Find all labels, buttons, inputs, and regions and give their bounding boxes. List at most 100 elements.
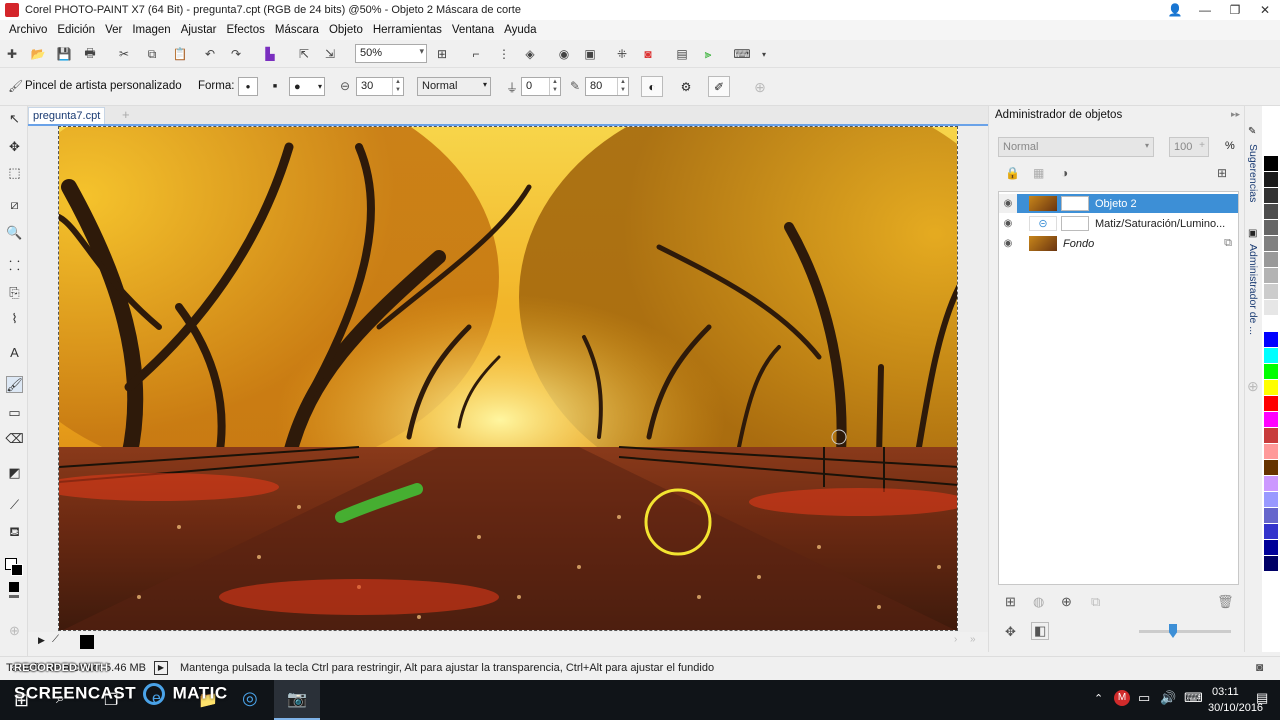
save-icon[interactable]: 💾 bbox=[56, 46, 72, 62]
volume-icon[interactable]: 🔊 bbox=[1160, 690, 1176, 706]
palette-swatch[interactable] bbox=[1264, 188, 1278, 203]
play-icon[interactable]: ▶ bbox=[38, 635, 45, 646]
taskbar-time[interactable]: 03:11 bbox=[1212, 686, 1239, 698]
spin-arrows-icon[interactable]: ▲ ▼ bbox=[549, 78, 560, 95]
palette-swatch[interactable] bbox=[1264, 524, 1278, 539]
tool-name[interactable]: Pincel de artista personalizado bbox=[25, 80, 182, 92]
add-tool-icon[interactable]: ⊕ bbox=[6, 622, 23, 639]
opacity-field[interactable]: 100 + bbox=[1169, 137, 1209, 157]
open-icon[interactable]: 📂 bbox=[30, 46, 46, 62]
zoom-tool-icon[interactable]: 🔍 bbox=[6, 224, 23, 241]
palette-swatch[interactable] bbox=[1264, 316, 1278, 331]
visibility-eye-icon[interactable]: ◉ bbox=[999, 194, 1017, 213]
pen-settings-icon[interactable]: ⚙ bbox=[675, 76, 697, 97]
palette-swatch[interactable] bbox=[1264, 444, 1278, 459]
menu-ayuda[interactable]: Ayuda bbox=[499, 24, 541, 36]
keyboard-icon[interactable]: ⌨ bbox=[1184, 690, 1203, 706]
options-icon[interactable]: ▤ bbox=[674, 46, 690, 62]
palette-swatch[interactable] bbox=[1264, 332, 1278, 347]
export-icon[interactable]: ⇱ bbox=[296, 46, 312, 62]
palette-swatch[interactable] bbox=[1264, 156, 1278, 171]
current-color-swatch[interactable] bbox=[80, 635, 94, 649]
status-settings-icon[interactable]: ◙ bbox=[1256, 660, 1263, 674]
show-hidden-icons-icon[interactable]: ⌃ bbox=[1094, 692, 1103, 705]
new-object-icon[interactable]: ⊞ bbox=[1005, 594, 1016, 610]
eraser-tool-icon[interactable]: ⌫ bbox=[5, 430, 23, 447]
menu-objeto[interactable]: Objeto bbox=[324, 24, 368, 36]
align-icon[interactable]: ⫸ bbox=[700, 46, 716, 62]
palette-swatch[interactable] bbox=[1264, 252, 1278, 267]
fill-color-swatch[interactable] bbox=[9, 582, 19, 592]
eyedropper-icon[interactable]: ⟋ bbox=[52, 634, 59, 645]
opacity-field[interactable]: 80 ▲ ▼ bbox=[585, 77, 629, 96]
round-nib-button[interactable]: ● bbox=[238, 77, 258, 96]
thumbnail-size-slider-track[interactable] bbox=[1139, 630, 1231, 633]
paint-tool-icon[interactable]: 🖌 bbox=[6, 376, 23, 393]
menu-archivo[interactable]: Archivo bbox=[4, 24, 52, 36]
chevron-down-icon[interactable]: ▾ bbox=[756, 46, 772, 62]
photo-paint-taskbar-button[interactable]: 📷 bbox=[274, 680, 320, 720]
network-icon[interactable]: ▭ bbox=[1138, 690, 1150, 706]
nib-size-field[interactable]: 30 ▲ ▼ bbox=[356, 77, 404, 96]
palette-swatch[interactable] bbox=[1264, 396, 1278, 411]
crop-tool-icon[interactable]: ⧄ bbox=[6, 196, 23, 213]
palette-swatch[interactable] bbox=[1264, 540, 1278, 555]
palette-swatch[interactable] bbox=[1264, 364, 1278, 379]
eyedropper-tool-icon[interactable]: ⟋ bbox=[6, 496, 23, 513]
visibility-eye-icon[interactable]: ◉ bbox=[999, 218, 1017, 229]
full-screen-icon[interactable]: ⊞ bbox=[434, 46, 450, 62]
nib-shape-select[interactable]: ● ▾ bbox=[289, 77, 325, 96]
palette-swatch[interactable] bbox=[1264, 556, 1278, 571]
guidelines-icon[interactable]: ◈ bbox=[522, 46, 538, 62]
merge-mode-select[interactable]: Normal ▾ bbox=[417, 77, 491, 96]
mask-overlay-icon[interactable]: ▣ bbox=[582, 46, 598, 62]
move-icon[interactable]: ✥ bbox=[1005, 624, 1016, 640]
lock-icon[interactable]: 🔒 bbox=[1005, 166, 1020, 180]
smear-tool-icon[interactable]: ⌇ bbox=[6, 310, 23, 327]
menu-ver[interactable]: Ver bbox=[100, 24, 127, 36]
cut-icon[interactable]: ✂ bbox=[116, 46, 132, 62]
combine-icon[interactable]: ⧉ bbox=[1091, 594, 1100, 610]
menu-efectos[interactable]: Efectos bbox=[222, 24, 270, 36]
tray-app-icon[interactable]: M bbox=[1114, 690, 1130, 706]
panel-expand-icon[interactable]: ▸▸ bbox=[1231, 109, 1240, 120]
properties-icon[interactable]: ⊞ bbox=[1217, 166, 1227, 180]
application-launcher-icon[interactable]: ⌨ bbox=[733, 46, 750, 62]
layer-row-fondo[interactable]: ◉ Fondo ⧉ bbox=[999, 234, 1238, 253]
palette-swatch[interactable] bbox=[1264, 220, 1278, 235]
palette-swatch[interactable] bbox=[1264, 204, 1278, 219]
palette-swatch[interactable] bbox=[1264, 476, 1278, 491]
print-icon[interactable]: 🖶 bbox=[82, 46, 98, 62]
status-play-icon[interactable]: ▶ bbox=[154, 661, 168, 675]
close-icon[interactable]: ✕ bbox=[1250, 0, 1280, 20]
palette-swatch[interactable] bbox=[1264, 284, 1278, 299]
mask-marquee-icon[interactable]: ◉ bbox=[556, 46, 572, 62]
layer-row-matiz[interactable]: ◉ ⊝ Matiz/Saturación/Lumino... bbox=[999, 214, 1238, 233]
shape-tool-icon[interactable]: ▭ bbox=[6, 404, 23, 421]
minimize-icon[interactable]: — bbox=[1190, 0, 1220, 20]
transform-tool-icon[interactable]: ✥ bbox=[6, 138, 23, 155]
transparency-tool-icon[interactable]: ◩ bbox=[6, 464, 23, 481]
spin-arrows-icon[interactable]: ▲ ▼ bbox=[392, 78, 403, 95]
new-tab-icon[interactable]: + bbox=[122, 107, 130, 122]
zoom-level-select[interactable]: 50% ▾ bbox=[355, 44, 427, 63]
thumbnail-size-slider-thumb[interactable] bbox=[1169, 624, 1177, 638]
paste-icon[interactable]: 📋 bbox=[172, 46, 188, 62]
new-icon[interactable]: ✚ bbox=[4, 46, 20, 62]
blend-mode-select[interactable]: Normal ▾ bbox=[998, 137, 1154, 157]
add-icon[interactable]: ⊕ bbox=[750, 77, 770, 97]
launcher-icon[interactable]: ⇲ bbox=[322, 46, 338, 62]
taskbar-date[interactable]: 30/10/2016 bbox=[1208, 702, 1263, 714]
layer-row-objeto-2[interactable]: ◉ Objeto 2 bbox=[999, 194, 1238, 213]
rectangle-mask-tool-icon[interactable]: ⬚ bbox=[6, 164, 23, 181]
add-docker-icon[interactable]: ⊕ bbox=[1247, 378, 1259, 395]
red-eye-tool-icon[interactable]: ⸬ bbox=[6, 256, 23, 273]
palette-swatch[interactable] bbox=[1264, 172, 1278, 187]
hints-icon[interactable]: ✎ bbox=[1248, 126, 1256, 137]
square-nib-button[interactable]: ■ bbox=[266, 77, 284, 96]
clip-mask-icon[interactable]: ◙ bbox=[640, 46, 656, 62]
mask-edit-icon[interactable]: ◧ bbox=[1031, 622, 1050, 640]
screencast-app-icon[interactable]: ◎ bbox=[242, 688, 258, 709]
text-tool-icon[interactable]: A bbox=[6, 344, 23, 361]
scroll-right-icon[interactable]: › bbox=[954, 634, 957, 645]
